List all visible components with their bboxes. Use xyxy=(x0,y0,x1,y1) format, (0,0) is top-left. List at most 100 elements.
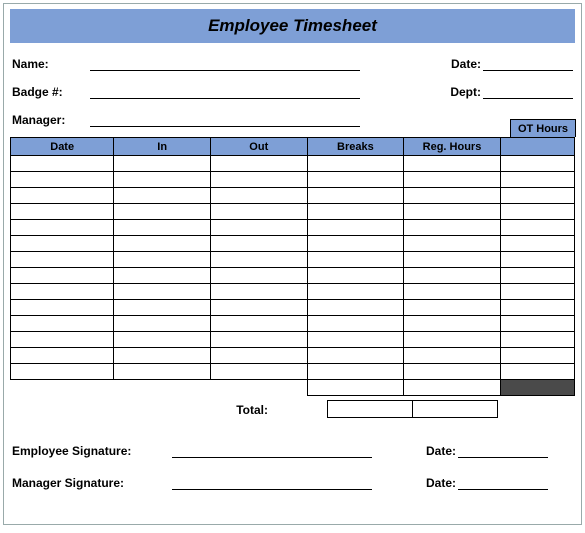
cell-ot[interactable] xyxy=(500,268,574,284)
cell-reg[interactable] xyxy=(404,348,501,364)
cell-breaks[interactable] xyxy=(307,284,404,300)
cell-out[interactable] xyxy=(210,300,307,316)
cell-date[interactable] xyxy=(11,252,114,268)
date-input[interactable] xyxy=(483,57,573,71)
cell-date[interactable] xyxy=(11,268,114,284)
cell-reg[interactable] xyxy=(404,268,501,284)
sum-breaks[interactable] xyxy=(307,380,404,396)
cell-in[interactable] xyxy=(114,348,211,364)
cell-in[interactable] xyxy=(114,204,211,220)
cell-out[interactable] xyxy=(210,156,307,172)
cell-date[interactable] xyxy=(11,172,114,188)
cell-reg[interactable] xyxy=(404,300,501,316)
total-breaks[interactable] xyxy=(327,400,413,418)
cell-out[interactable] xyxy=(210,348,307,364)
cell-date[interactable] xyxy=(11,332,114,348)
cell-in[interactable] xyxy=(114,156,211,172)
cell-breaks[interactable] xyxy=(307,156,404,172)
cell-breaks[interactable] xyxy=(307,348,404,364)
cell-date[interactable] xyxy=(11,300,114,316)
cell-reg[interactable] xyxy=(404,284,501,300)
cell-breaks[interactable] xyxy=(307,364,404,380)
cell-ot[interactable] xyxy=(500,316,574,332)
cell-ot[interactable] xyxy=(500,204,574,220)
cell-date[interactable] xyxy=(11,156,114,172)
cell-breaks[interactable] xyxy=(307,172,404,188)
cell-out[interactable] xyxy=(210,364,307,380)
cell-out[interactable] xyxy=(210,204,307,220)
employee-sig-date-input[interactable] xyxy=(458,444,548,458)
cell-in[interactable] xyxy=(114,284,211,300)
cell-breaks[interactable] xyxy=(307,332,404,348)
cell-out[interactable] xyxy=(210,172,307,188)
sum-reg[interactable] xyxy=(404,380,501,396)
dept-input[interactable] xyxy=(483,85,573,99)
cell-in[interactable] xyxy=(114,220,211,236)
cell-in[interactable] xyxy=(114,332,211,348)
table-row xyxy=(11,220,575,236)
cell-date[interactable] xyxy=(11,316,114,332)
cell-reg[interactable] xyxy=(404,204,501,220)
cell-out[interactable] xyxy=(210,316,307,332)
cell-breaks[interactable] xyxy=(307,300,404,316)
cell-date[interactable] xyxy=(11,348,114,364)
name-input[interactable] xyxy=(90,57,360,71)
cell-breaks[interactable] xyxy=(307,204,404,220)
cell-out[interactable] xyxy=(210,236,307,252)
cell-out[interactable] xyxy=(210,188,307,204)
cell-ot[interactable] xyxy=(500,172,574,188)
badge-label: Badge #: xyxy=(12,85,90,99)
cell-ot[interactable] xyxy=(500,348,574,364)
cell-ot[interactable] xyxy=(500,236,574,252)
cell-breaks[interactable] xyxy=(307,220,404,236)
badge-input[interactable] xyxy=(90,85,360,99)
cell-in[interactable] xyxy=(114,364,211,380)
cell-breaks[interactable] xyxy=(307,252,404,268)
cell-breaks[interactable] xyxy=(307,236,404,252)
cell-in[interactable] xyxy=(114,268,211,284)
cell-breaks[interactable] xyxy=(307,268,404,284)
cell-out[interactable] xyxy=(210,252,307,268)
cell-in[interactable] xyxy=(114,172,211,188)
cell-reg[interactable] xyxy=(404,332,501,348)
cell-ot[interactable] xyxy=(500,332,574,348)
cell-out[interactable] xyxy=(210,268,307,284)
total-reg[interactable] xyxy=(412,400,498,418)
cell-out[interactable] xyxy=(210,332,307,348)
cell-in[interactable] xyxy=(114,252,211,268)
cell-reg[interactable] xyxy=(404,316,501,332)
cell-in[interactable] xyxy=(114,188,211,204)
cell-breaks[interactable] xyxy=(307,188,404,204)
cell-date[interactable] xyxy=(11,188,114,204)
cell-ot[interactable] xyxy=(500,188,574,204)
cell-ot[interactable] xyxy=(500,300,574,316)
cell-ot[interactable] xyxy=(500,364,574,380)
cell-reg[interactable] xyxy=(404,364,501,380)
cell-in[interactable] xyxy=(114,316,211,332)
cell-ot[interactable] xyxy=(500,220,574,236)
cell-in[interactable] xyxy=(114,236,211,252)
cell-out[interactable] xyxy=(210,284,307,300)
cell-date[interactable] xyxy=(11,220,114,236)
cell-date[interactable] xyxy=(11,204,114,220)
cell-reg[interactable] xyxy=(404,220,501,236)
cell-out[interactable] xyxy=(210,220,307,236)
cell-ot[interactable] xyxy=(500,284,574,300)
cell-date[interactable] xyxy=(11,236,114,252)
manager-sig-date-input[interactable] xyxy=(458,476,548,490)
cell-date[interactable] xyxy=(11,284,114,300)
manager-input[interactable] xyxy=(90,113,360,127)
cell-ot[interactable] xyxy=(500,156,574,172)
cell-breaks[interactable] xyxy=(307,316,404,332)
employee-sig-row: Employee Signature: Date: xyxy=(12,444,573,458)
cell-reg[interactable] xyxy=(404,156,501,172)
cell-ot[interactable] xyxy=(500,252,574,268)
cell-in[interactable] xyxy=(114,300,211,316)
manager-sig-input[interactable] xyxy=(172,476,372,490)
cell-reg[interactable] xyxy=(404,172,501,188)
cell-reg[interactable] xyxy=(404,236,501,252)
cell-reg[interactable] xyxy=(404,252,501,268)
cell-reg[interactable] xyxy=(404,188,501,204)
employee-sig-input[interactable] xyxy=(172,444,372,458)
cell-date[interactable] xyxy=(11,364,114,380)
